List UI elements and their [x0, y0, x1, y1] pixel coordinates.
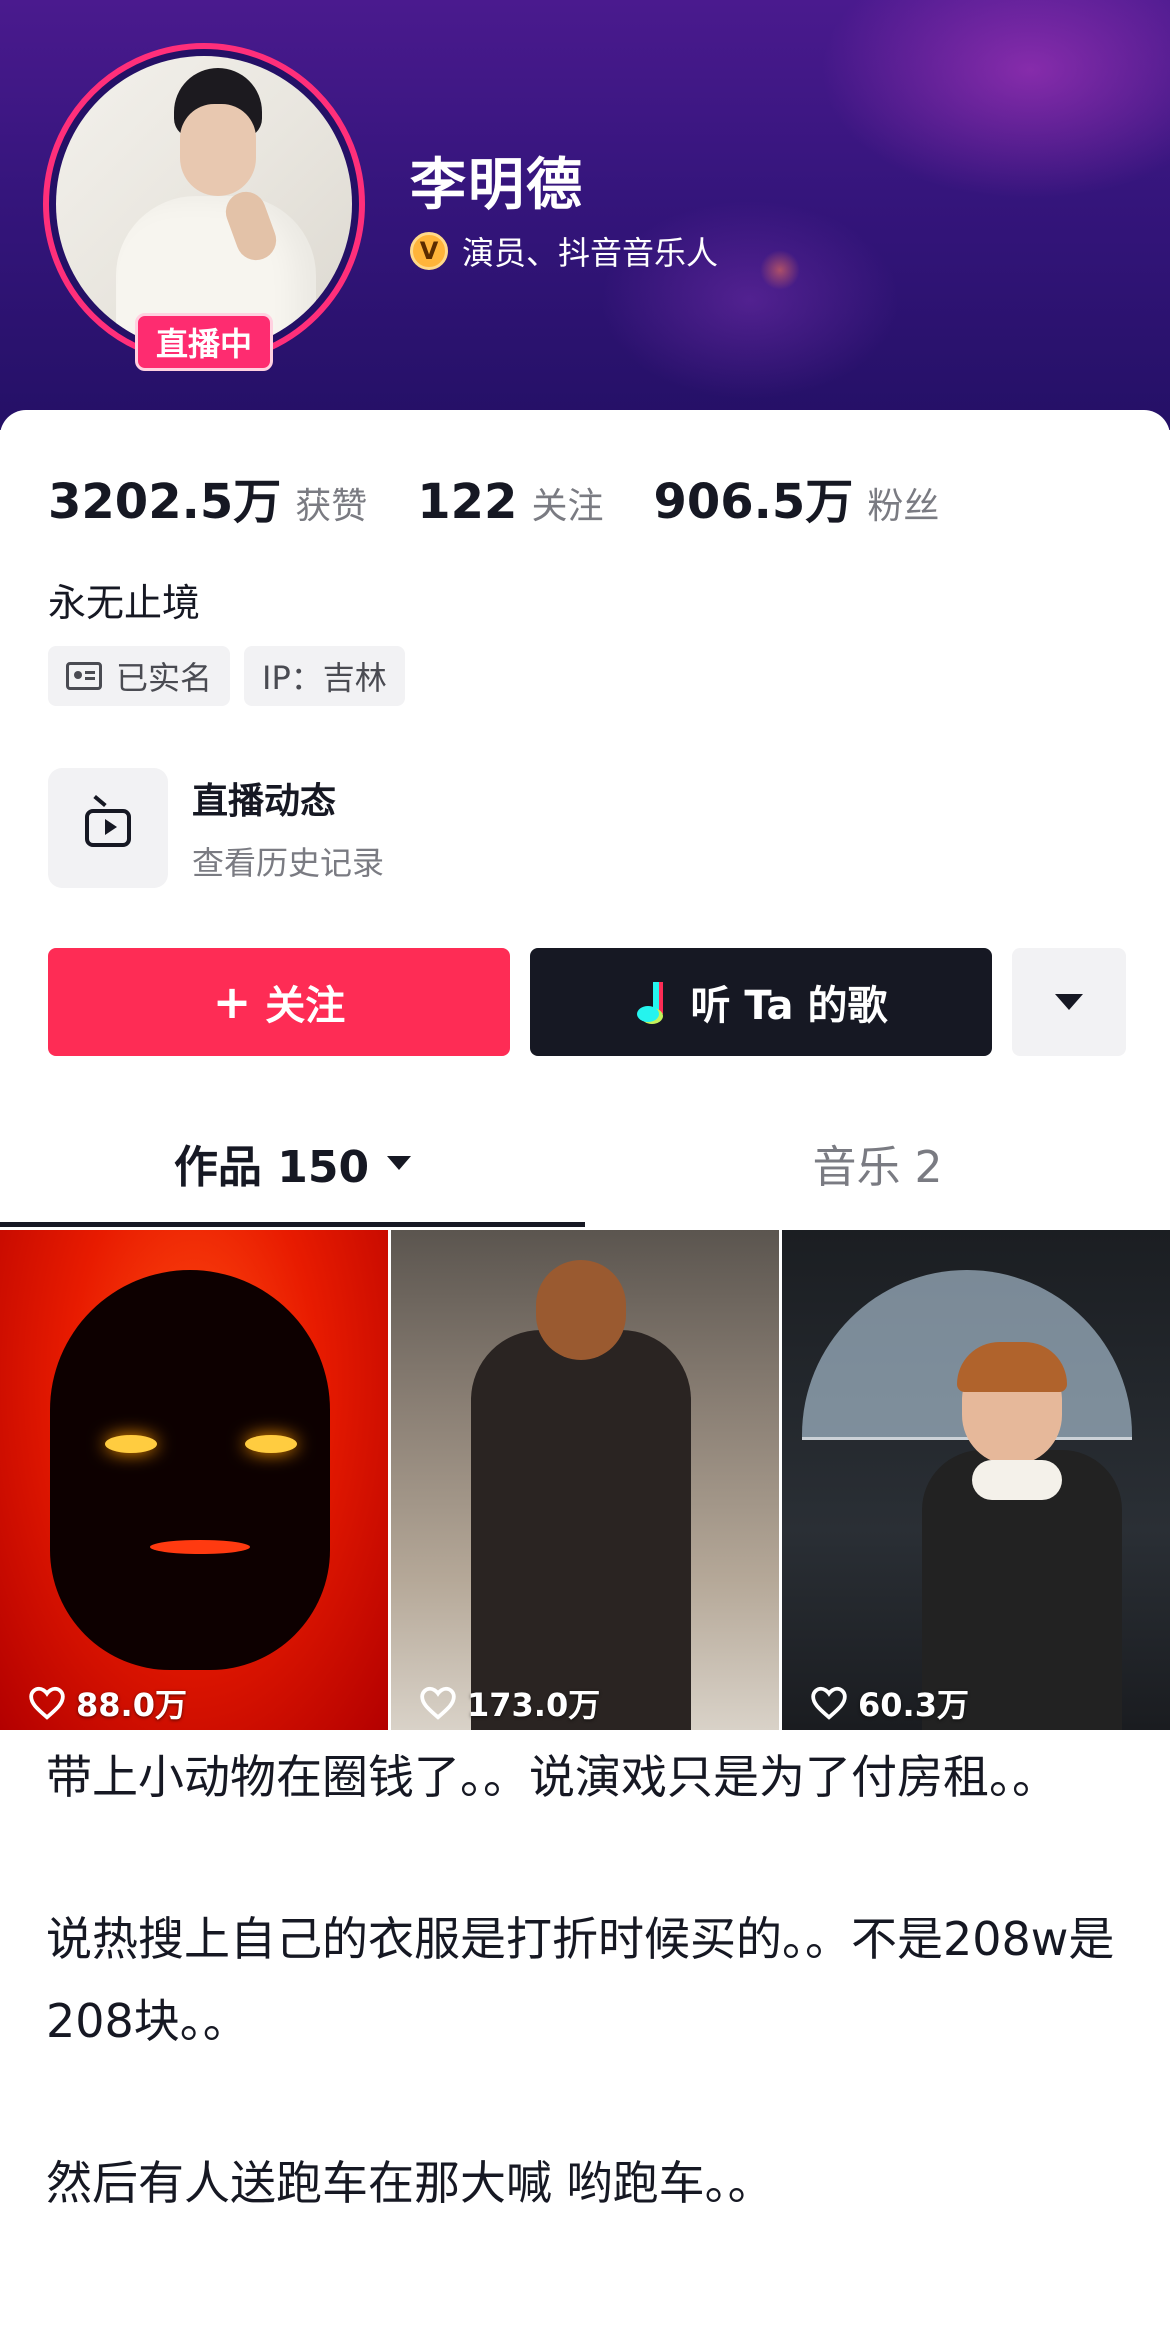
profile-header: 直播中 李明德 V 演员、抖音音乐人 [0, 0, 1170, 430]
profile-name: 李明德 [410, 153, 584, 218]
following-count[interactable]: 122 [417, 474, 517, 530]
caption-paragraph: 说热搜上自己的衣服是打折时候买的。。不是208w是208块。。 [46, 1912, 1115, 2048]
verification-text: 演员、抖音音乐人 [462, 234, 719, 272]
video-grid: 88.0万 173.0万 60.3万 [0, 1230, 1170, 1730]
live-status-badge[interactable]: 直播中 [135, 313, 273, 371]
live-icon-box [48, 768, 168, 888]
plus-icon: + [212, 975, 252, 1029]
header-glow [820, 0, 1170, 200]
post-caption: 带上小动物在圈钱了。。说演戏只是为了付房租。。 说热搜上自己的衣服是打折时候买的… [46, 1736, 1136, 2304]
profile-bio: 永无止境 [48, 581, 201, 625]
video-likes: 173.0万 [419, 1680, 600, 1726]
ip-location-label: IP：吉林 [262, 659, 387, 697]
verified-tag: 已实名 [48, 646, 231, 706]
video-likes-count: 88.0万 [76, 1686, 187, 1724]
header-glow [760, 250, 800, 290]
caption-paragraph: 带上小动物在圈钱了。。说演戏只是为了付房租。。 [46, 1750, 1058, 1804]
following-label[interactable]: 关注 [531, 477, 603, 529]
caption-paragraph: 然后有人送跑车在那大喊 哟跑车。。 [46, 2156, 774, 2210]
thumbnail-scarf [972, 1460, 1062, 1500]
verification-row: V 演员、抖音音乐人 [410, 228, 718, 274]
verified-tag-label: 已实名 [116, 659, 213, 697]
id-card-icon [66, 662, 102, 690]
live-history-text: 直播动态 查看历史记录 [192, 772, 384, 884]
video-likes-count: 60.3万 [858, 1686, 969, 1724]
video-likes: 88.0万 [28, 1680, 187, 1726]
heart-icon [811, 1686, 847, 1720]
video-likes-count: 173.0万 [467, 1686, 601, 1724]
stats-row: 3202.5万 获赞 122 关注 906.5万 粉丝 [48, 462, 989, 532]
avatar-face [180, 104, 256, 196]
live-history-title: 直播动态 [192, 781, 337, 822]
tab-music[interactable]: 音乐 2 [585, 1104, 1170, 1222]
listen-songs-button[interactable]: 听 Ta 的歌 [530, 948, 992, 1056]
heart-icon [29, 1686, 65, 1720]
followers-count[interactable]: 906.5万 [653, 462, 853, 532]
thumbnail-head [536, 1260, 626, 1360]
thumbnail-eye [245, 1435, 297, 1453]
active-tab-indicator [0, 1222, 585, 1227]
tv-icon [85, 809, 131, 847]
thumbnail-figure [50, 1270, 330, 1670]
action-buttons: + 关注 听 Ta 的歌 [48, 948, 1126, 1056]
tab-works-label: 作品 150 [173, 1142, 370, 1193]
music-note-icon [635, 980, 675, 1024]
tab-music-label: 音乐 2 [812, 1142, 943, 1193]
heart-icon [420, 1686, 456, 1720]
thumbnail-figure [471, 1330, 691, 1730]
video-likes: 60.3万 [810, 1680, 969, 1726]
video-thumbnail[interactable]: 88.0万 [0, 1230, 388, 1730]
thumbnail-mouth [150, 1540, 250, 1554]
live-history-subtitle: 查看历史记录 [192, 844, 385, 882]
video-thumbnail[interactable]: 60.3万 [782, 1230, 1170, 1730]
follow-button-label: 关注 [265, 983, 346, 1029]
profile-tags: 已实名 IP：吉林 [48, 646, 419, 706]
chevron-down-icon[interactable] [387, 1156, 412, 1170]
likes-label: 获赞 [295, 486, 368, 527]
likes-count: 3202.5万 [48, 474, 282, 530]
tab-works[interactable]: 作品 150 [0, 1104, 585, 1222]
more-options-button[interactable] [1012, 948, 1126, 1056]
followers-label[interactable]: 粉丝 [867, 477, 939, 529]
ip-location-tag: IP：吉林 [244, 646, 405, 706]
listen-songs-label: 听 Ta 的歌 [690, 983, 888, 1029]
video-thumbnail[interactable]: 173.0万 [391, 1230, 779, 1730]
follow-button[interactable]: + 关注 [48, 948, 510, 1056]
verified-icon: V [410, 232, 448, 270]
content-tabs: 作品 150 音乐 2 [0, 1104, 1170, 1222]
live-history-entry[interactable]: 直播动态 查看历史记录 [48, 768, 384, 888]
chevron-down-icon [1055, 994, 1083, 1010]
thumbnail-eye [105, 1435, 157, 1453]
avatar-image [56, 56, 352, 352]
